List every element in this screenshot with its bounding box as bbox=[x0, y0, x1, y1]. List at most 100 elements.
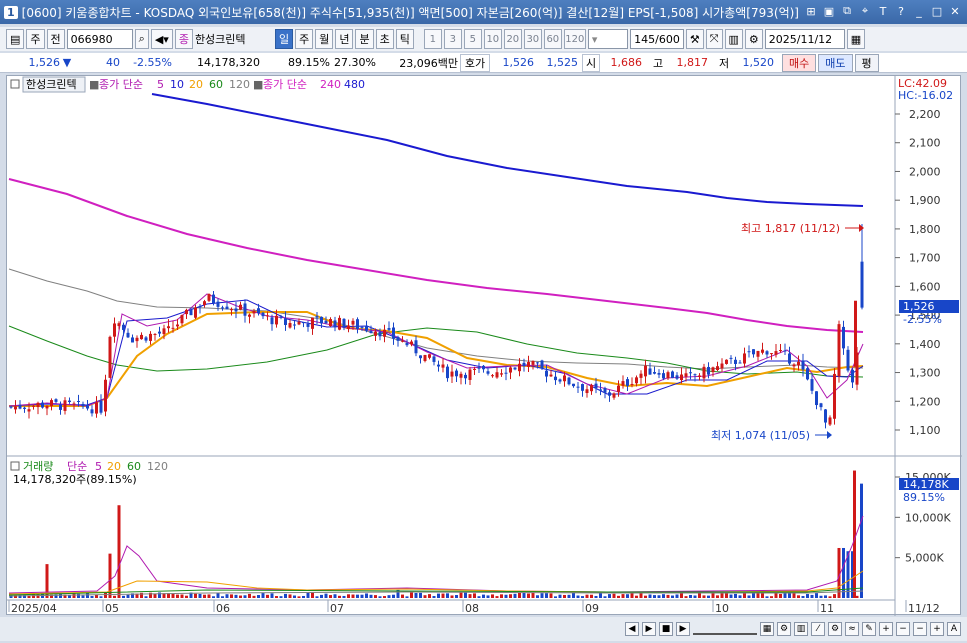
text-size-icon[interactable]: A bbox=[947, 622, 961, 636]
evaluate-button[interactable]: 평 bbox=[854, 53, 879, 72]
draw-icon[interactable]: ✎ bbox=[862, 622, 876, 636]
interval-3[interactable]: 3 bbox=[443, 29, 462, 49]
volume-bar bbox=[405, 596, 409, 598]
zoom-slider[interactable] bbox=[693, 623, 757, 635]
market-select[interactable]: 주 bbox=[26, 29, 45, 49]
table-icon[interactable]: ▦ bbox=[760, 622, 774, 636]
volume-bar bbox=[369, 594, 373, 598]
scroll-left-icon[interactable]: ◀ bbox=[625, 622, 639, 636]
candle-body bbox=[117, 323, 121, 327]
volume-bar bbox=[207, 594, 211, 598]
interval-60[interactable]: 60 bbox=[543, 29, 562, 49]
volume-bar bbox=[104, 592, 107, 598]
volume-bar bbox=[644, 595, 647, 598]
zoom-in-icon[interactable]: + bbox=[879, 622, 893, 636]
svg-text:■: ■ bbox=[253, 78, 263, 91]
play-icon[interactable]: ▶ bbox=[642, 622, 656, 636]
interval-20[interactable]: 20 bbox=[503, 29, 522, 49]
volume-bar bbox=[842, 547, 845, 598]
date-input[interactable]: 2025/11/12 bbox=[764, 29, 845, 49]
high-price: 1,817 bbox=[676, 56, 709, 69]
volume-bar bbox=[774, 593, 778, 598]
volume-bar bbox=[608, 594, 611, 598]
collapse-icon[interactable]: − bbox=[913, 622, 927, 636]
period-year[interactable]: 년 bbox=[335, 29, 354, 49]
candle-body bbox=[702, 366, 706, 379]
link-icon[interactable]: ⊞ bbox=[803, 3, 819, 19]
crosshair-icon[interactable]: ⤧ bbox=[705, 29, 723, 49]
interval-120[interactable]: 120 bbox=[563, 29, 586, 49]
restore-icon[interactable]: ⧉ bbox=[839, 3, 855, 19]
stock-code-input[interactable]: 066980 bbox=[66, 29, 133, 49]
svg-text:■: ■ bbox=[89, 78, 99, 91]
interval-5[interactable]: 5 bbox=[463, 29, 482, 49]
volume-bar bbox=[536, 595, 539, 598]
candle-body bbox=[302, 322, 305, 324]
volume-bar bbox=[284, 593, 287, 598]
candle-body bbox=[194, 307, 197, 318]
bar-chart-icon[interactable]: ▥ bbox=[794, 622, 808, 636]
volume-bar bbox=[684, 596, 688, 598]
price-volume-chart[interactable]: 한성크린텍 ■ 종가 단순 5 10 20 60 120 ■ 종가 단순 240… bbox=[7, 76, 962, 616]
volume-bar bbox=[261, 593, 265, 598]
low-arrow-icon bbox=[827, 431, 832, 439]
period-month[interactable]: 월 bbox=[315, 29, 334, 49]
interval-30[interactable]: 30 bbox=[523, 29, 542, 49]
candle-body bbox=[320, 316, 323, 324]
interval-select[interactable]: ▾ bbox=[587, 29, 628, 49]
calendar-icon[interactable]: ▦ bbox=[846, 29, 866, 49]
volume-grid-icon bbox=[10, 461, 20, 471]
save-chart-icon[interactable]: ▥ bbox=[724, 29, 743, 49]
chart-settings-icon[interactable]: ⚙ bbox=[828, 622, 842, 636]
minimize-icon[interactable]: _ bbox=[911, 3, 927, 19]
pin-icon[interactable]: ⌖ bbox=[857, 3, 873, 19]
period-week[interactable]: 주 bbox=[295, 29, 314, 49]
expand-icon[interactable]: + bbox=[930, 622, 944, 636]
candle-body bbox=[158, 331, 161, 334]
tools-icon[interactable]: ⚒ bbox=[685, 29, 704, 49]
candle-body bbox=[752, 349, 755, 355]
compare-icon[interactable]: ≈ bbox=[845, 622, 859, 636]
period-minute[interactable]: 분 bbox=[355, 29, 374, 49]
candle-body bbox=[765, 351, 769, 355]
open-label: 시 bbox=[582, 53, 600, 72]
volume-bar bbox=[455, 595, 458, 598]
candle-body bbox=[257, 308, 260, 314]
chart-area[interactable]: 한성크린텍 ■ 종가 단순 5 10 20 60 120 ■ 종가 단순 240… bbox=[6, 75, 962, 616]
save-icon[interactable]: ▣ bbox=[821, 3, 837, 19]
indicator-icon[interactable]: ⚙ bbox=[777, 622, 791, 636]
scroll-right-icon[interactable]: ▶ bbox=[676, 622, 690, 636]
speaker-icon[interactable]: ◀▾ bbox=[150, 29, 173, 49]
chart-type-icon[interactable]: ▤ bbox=[6, 29, 25, 49]
candle-body bbox=[644, 365, 647, 377]
period-tick[interactable]: 틱 bbox=[395, 29, 414, 49]
sell-button[interactable]: 매도 bbox=[818, 53, 853, 72]
candle-body bbox=[455, 370, 458, 377]
candle-body bbox=[801, 360, 805, 370]
candle-body bbox=[590, 385, 593, 392]
candle-body bbox=[770, 353, 773, 355]
close-icon[interactable]: ✕ bbox=[947, 3, 963, 19]
search-icon[interactable]: ⌕ bbox=[134, 29, 149, 49]
count-input[interactable]: 145/600 bbox=[629, 29, 684, 49]
settings-icon[interactable]: ⚙ bbox=[744, 29, 763, 49]
line-chart-icon[interactable]: ⁄ bbox=[811, 622, 825, 636]
period-second[interactable]: 초 bbox=[375, 29, 394, 49]
all-button[interactable]: 전 bbox=[46, 29, 65, 49]
candle-body bbox=[671, 371, 674, 378]
interval-10[interactable]: 10 bbox=[483, 29, 502, 49]
volume-bar bbox=[563, 594, 566, 598]
interval-1[interactable]: 1 bbox=[423, 29, 442, 49]
volume-bar bbox=[464, 592, 467, 598]
period-day[interactable]: 일 bbox=[274, 29, 294, 49]
zoom-out-icon[interactable]: − bbox=[896, 622, 910, 636]
candle-body bbox=[18, 404, 22, 409]
buy-button[interactable]: 매수 bbox=[782, 53, 817, 72]
candle-body bbox=[603, 388, 607, 393]
font-icon[interactable]: T bbox=[875, 3, 891, 19]
maximize-icon[interactable]: □ bbox=[929, 3, 945, 19]
volume-bar bbox=[779, 593, 782, 598]
volume-bar bbox=[860, 483, 863, 598]
help-icon[interactable]: ? bbox=[893, 3, 909, 19]
stop-icon[interactable]: ■ bbox=[659, 622, 673, 636]
